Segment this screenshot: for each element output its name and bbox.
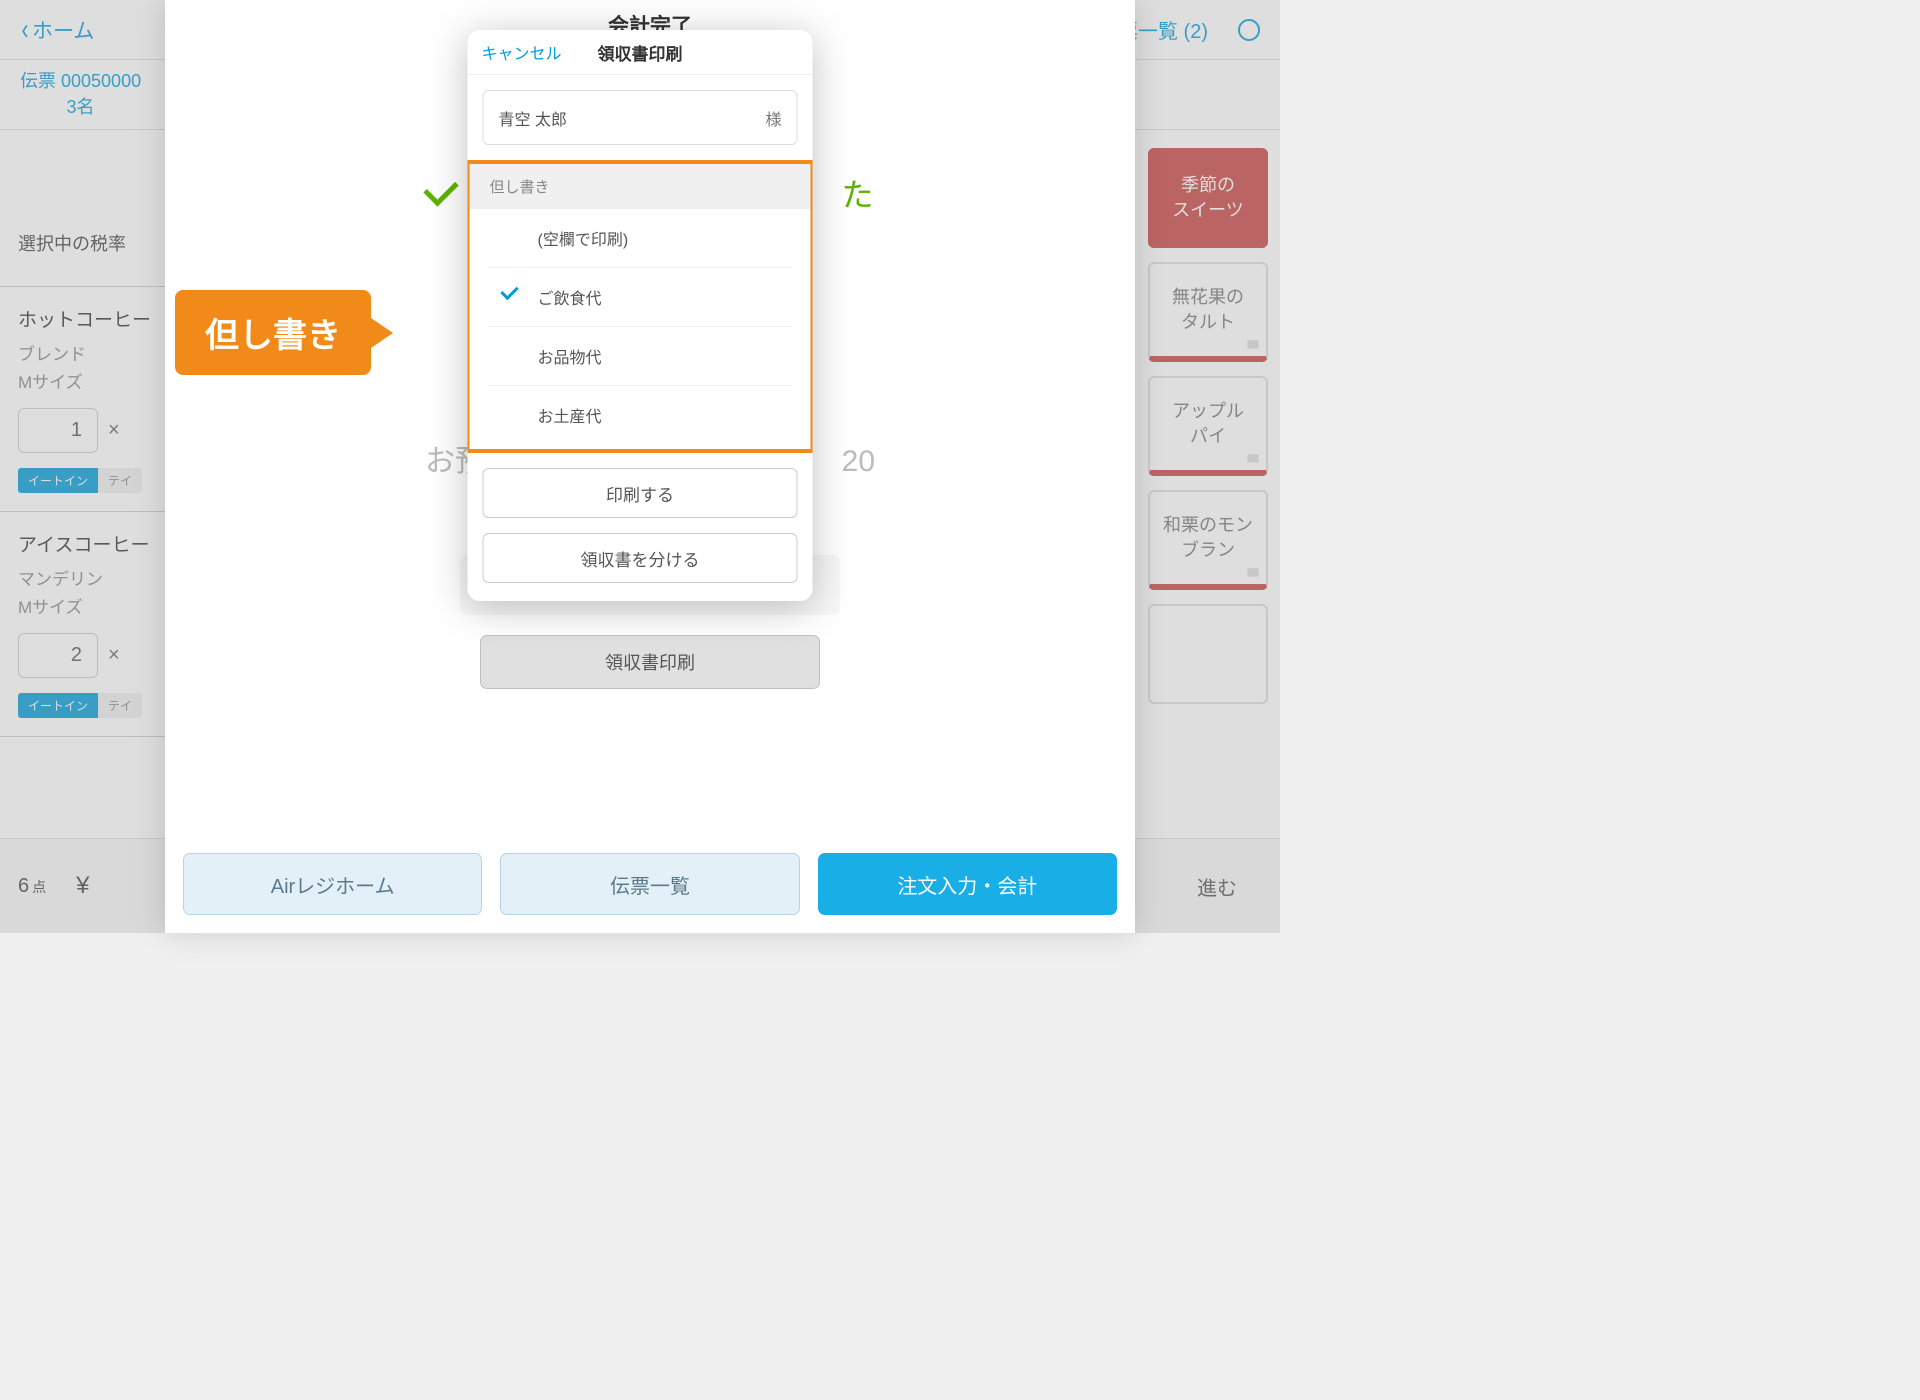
airregi-home-button[interactable]: Airレジホーム <box>183 853 482 915</box>
recipient-name-field[interactable]: 青空 太郎 様 <box>483 90 798 145</box>
print-button[interactable]: 印刷する <box>483 468 798 518</box>
check-icon <box>500 282 518 300</box>
proviso-option-goods[interactable]: お品物代 <box>488 327 793 386</box>
callout-label: 但し書き <box>175 290 371 375</box>
honorific-label: 様 <box>765 106 781 130</box>
order-checkout-button[interactable]: 注文入力・会計 <box>818 853 1117 915</box>
proviso-header: 但し書き <box>470 164 811 209</box>
receipt-print-button[interactable]: 領収書印刷 <box>480 635 820 689</box>
check-icon <box>424 171 459 206</box>
popover-title: 領収書印刷 <box>598 40 683 65</box>
receipt-print-popover: キャンセル 領収書印刷 青空 太郎 様 但し書き (空欄で印刷) ご飲食代 お品… <box>468 30 813 601</box>
cancel-button[interactable]: キャンセル <box>482 40 562 64</box>
split-receipt-button[interactable]: 領収書を分ける <box>483 533 798 583</box>
recipient-name: 青空 太郎 <box>499 106 567 130</box>
proviso-option-food[interactable]: ご飲食代 <box>488 268 793 327</box>
proviso-option-souvenir[interactable]: お土産代 <box>488 386 793 444</box>
proviso-section: 但し書き (空欄で印刷) ご飲食代 お品物代 お土産代 <box>468 160 813 453</box>
proviso-option-blank[interactable]: (空欄で印刷) <box>488 209 793 268</box>
slip-list-button[interactable]: 伝票一覧 <box>500 853 799 915</box>
